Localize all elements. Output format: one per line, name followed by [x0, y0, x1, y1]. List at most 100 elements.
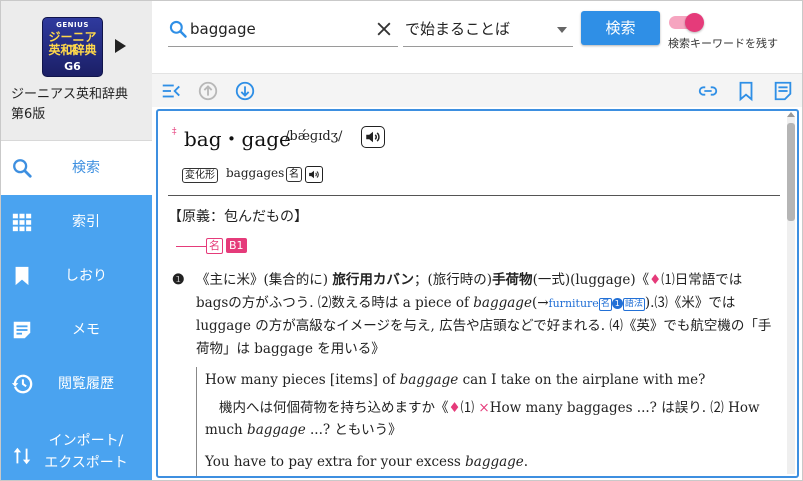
keep-keyword-toggle[interactable]	[669, 13, 704, 32]
memo-icon[interactable]	[772, 80, 794, 102]
sense-line-4: 荷物」は baggage を用いる》	[196, 338, 385, 361]
note-diamond-icon: ♦	[448, 400, 461, 416]
sense-text: 《主に米》(集合的に)	[196, 272, 333, 288]
sidebar-item-import-export[interactable]: インポート/ エクスポート	[1, 425, 152, 480]
sidebar-item-label: 検索	[72, 160, 100, 176]
search-button[interactable]: 検索	[581, 11, 660, 45]
example-text: ⑴	[460, 400, 479, 416]
example-text: can I take on the airplane with me?	[458, 372, 706, 388]
toggle-knob	[685, 13, 704, 32]
sense-text: 荷物」は baggage を用いる》	[196, 341, 385, 357]
sidebar-item-history[interactable]: 閲覧履歴	[1, 357, 152, 411]
xref-pos-badge: 名	[598, 298, 612, 311]
search-mode-select[interactable]: で始まることば	[403, 11, 573, 47]
sense-text: luggage の方が高級なイメージを与え, 広告や店頭などで好まれる. ⑷《英…	[196, 318, 772, 334]
collapse-list-icon[interactable]	[160, 80, 182, 102]
example-sentence: How many pieces [items] of baggage can I…	[205, 369, 705, 391]
chevron-down-icon	[557, 27, 567, 33]
scrollbar-thumb[interactable]	[787, 123, 795, 221]
search-mode-value: で始まることば	[405, 20, 511, 38]
example-text: much	[205, 422, 248, 438]
dictionary-edition: 第6版	[11, 107, 46, 122]
example-text: You have to pay extra for your excess	[205, 454, 466, 470]
sense-text: ⑴日常語では	[661, 272, 743, 288]
memo-icon	[13, 321, 31, 339]
sense-translation: 手荷物	[492, 272, 533, 288]
speaker-icon[interactable]	[305, 166, 323, 183]
sense-italic: baggage	[473, 295, 532, 311]
cefr-badge: B1	[226, 238, 247, 253]
search-icon	[169, 20, 187, 38]
example-text: ...? ともいう》	[305, 422, 402, 438]
sense-line-1: 《主に米》(集合的に) 旅行用カバン；(旅行時の)手荷物(一式)(luggage…	[196, 269, 742, 292]
clear-icon[interactable]	[374, 19, 394, 39]
sidebar: GENIUS ジーニアス 英和辞典 G6 ジーニアス英和辞典 第6版 検索 索引…	[1, 1, 152, 480]
sidebar-item-bookmarks[interactable]: しおり	[1, 249, 152, 303]
history-icon	[11, 374, 33, 394]
sidebar-item-label-line2: エクスポート	[44, 455, 128, 471]
sense-text: ；(旅行時の)	[414, 272, 493, 288]
example-translation: 機内へは何個荷物を持ち込めますか《♦⑴ ×How many baggages .…	[219, 397, 760, 419]
sidebar-item-label: 索引	[72, 214, 100, 230]
example-translation-cont: much baggage ...? ともいう》	[205, 419, 402, 441]
bookmark-icon	[15, 266, 29, 286]
grid-icon	[12, 213, 32, 232]
sidebar-item-search[interactable]: 検索	[1, 141, 152, 195]
inflection-tag: 変化形	[182, 168, 218, 183]
arrow-up-circle-icon[interactable]	[197, 80, 219, 102]
sidebar-item-memo[interactable]: メモ	[1, 303, 152, 357]
examples-block: How many pieces [items] of baggage can I…	[196, 367, 776, 476]
inflection-form: baggages	[226, 166, 285, 180]
example-headword: baggage	[399, 372, 459, 388]
note-diamond-icon: ♦	[649, 272, 662, 288]
logo-genius-text: GENIUS	[56, 21, 89, 29]
play-arrow-icon[interactable]	[115, 39, 126, 53]
import-export-icon	[13, 447, 31, 465]
example-text: How many baggages ...? は誤り. ⑵ How	[489, 400, 760, 416]
sidebar-item-index[interactable]: 索引	[1, 195, 152, 249]
incorrect-mark: ×	[478, 400, 490, 416]
search-bar: で始まることば 検索 検索キーワードを残す	[152, 1, 802, 73]
cross-reference-link[interactable]: furniture	[549, 297, 599, 310]
entry-toolbar	[152, 73, 802, 107]
scrollbar[interactable]	[787, 117, 795, 474]
frequency-mark-icon: ‡	[172, 127, 177, 137]
keep-keyword-label: 検索キーワードを残す	[668, 37, 778, 50]
sense-text: bagsの方がふつう. ⑵数える時は a piece of	[196, 295, 474, 311]
example-sentence: You have to pay extra for your excess ba…	[205, 451, 528, 473]
search-icon	[13, 159, 32, 178]
headword: bag・gage	[184, 127, 291, 151]
search-input[interactable]	[190, 15, 370, 43]
etymology: 【原義：包んだもの】	[168, 209, 308, 225]
example-text: How many pieces [items] of	[205, 372, 400, 388]
sidebar-item-label: しおり	[65, 268, 107, 284]
sense-text: ).⑶《米》では	[644, 295, 736, 311]
dictionary-brand: GENIUS ジーニアス 英和辞典 G6 ジーニアス英和辞典 第6版	[1, 1, 152, 141]
dictionary-logo[interactable]: GENIUS ジーニアス 英和辞典 G6	[42, 17, 103, 77]
example-text: 機内へは何個荷物を持ち込めますか《	[219, 400, 449, 416]
arrow-down-circle-icon[interactable]	[234, 80, 256, 102]
speaker-icon[interactable]	[361, 126, 385, 148]
sense-text: (一式)(luggage)《	[532, 272, 650, 288]
example-text: .	[523, 454, 529, 470]
link-icon[interactable]	[697, 80, 719, 102]
sense-line-2: bagsの方がふつう. ⑵数える時は a piece of baggage(→f…	[196, 292, 735, 315]
sense-number: ❶	[172, 272, 185, 288]
pos-badge: 名	[206, 238, 223, 254]
usage-note-badge[interactable]: 語法	[622, 298, 645, 311]
search-field	[168, 11, 398, 47]
sidebar-item-label: メモ	[72, 322, 100, 338]
pronunciation: /bǽɡɪdʒ/	[285, 129, 343, 144]
bookmark-icon[interactable]	[735, 80, 757, 102]
logo-edition-text: G6	[64, 60, 81, 73]
xref-sense-number: 1	[611, 298, 623, 309]
dictionary-name: ジーニアス英和辞典 第6版	[11, 85, 146, 125]
sense-line-3: luggage の方が高級なイメージを与え, 広告や店頭などで好まれる. ⑷《英…	[196, 315, 771, 338]
sense-translation: 旅行用カバン	[332, 272, 415, 288]
dictionary-entry: ‡ bag・gage /bǽɡɪdʒ/ 変化形 baggages 名 【原義：包…	[156, 109, 799, 478]
inflection-pos: 名	[286, 167, 302, 182]
sidebar-item-label-line1: インポート/	[48, 433, 124, 449]
divider	[168, 195, 780, 196]
dictionary-title: ジーニアス英和辞典	[11, 87, 129, 102]
app-window: GENIUS ジーニアス 英和辞典 G6 ジーニアス英和辞典 第6版 検索 索引…	[0, 0, 803, 481]
